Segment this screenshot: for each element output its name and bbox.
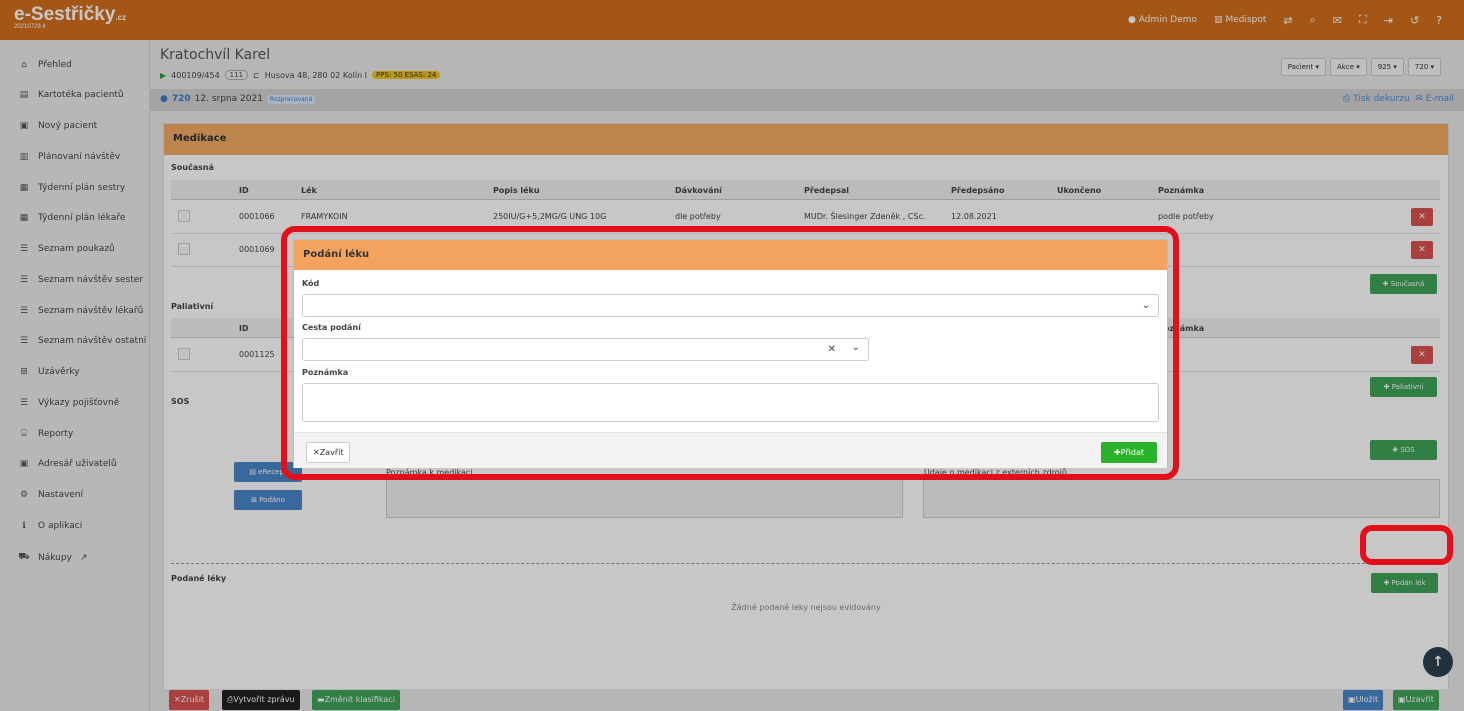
clear-icon[interactable]: ✕: [828, 344, 836, 355]
code-select[interactable]: ⌄: [302, 294, 1159, 317]
route-select[interactable]: ✕ ⌄: [302, 338, 869, 361]
chevron-down-icon[interactable]: ⌄: [852, 342, 860, 353]
code-label: Kód: [302, 279, 320, 288]
close-modal-button[interactable]: ✕Zavřít: [306, 442, 351, 463]
add-button[interactable]: ✚Přidat: [1101, 442, 1157, 463]
chevron-down-icon[interactable]: ⌄: [1142, 300, 1150, 311]
modal-footer: ✕Zavřít ✚Přidat: [294, 432, 1167, 468]
note-textarea[interactable]: [302, 383, 1159, 422]
route-label: Cesta podání: [302, 323, 361, 332]
modal-title: Podání léku: [294, 240, 1167, 270]
note-label: Poznámka: [302, 368, 349, 377]
administer-drug-modal: Podání léku Kód ⌄ Cesta podání ✕ ⌄ Pozná…: [293, 239, 1168, 468]
